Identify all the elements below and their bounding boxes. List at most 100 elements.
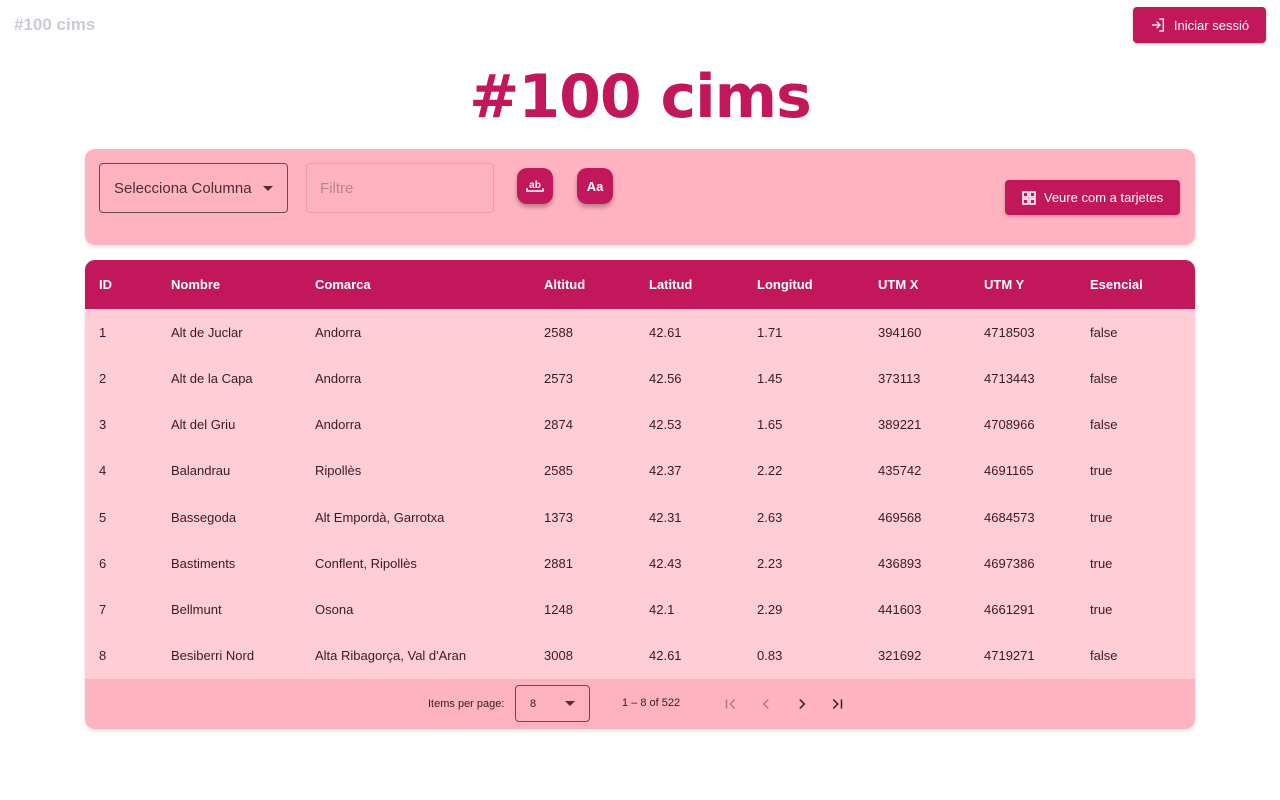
table-cell: true (1090, 602, 1113, 618)
case-sensitive-toggle[interactable]: Aa (577, 168, 613, 204)
table-cell: 2.23 (757, 555, 783, 571)
table-cell: 3 (99, 417, 107, 433)
table-cell: Bassegoda (171, 509, 237, 525)
table-cell: 1248 (544, 602, 573, 618)
column-select[interactable]: Selecciona Columna (99, 163, 288, 213)
table-cell: false (1090, 648, 1118, 664)
login-button-label: Iniciar sessió (1173, 17, 1250, 33)
table-cell: false (1090, 370, 1118, 386)
view-as-cards-label: Veure com a tarjetes (1043, 190, 1164, 205)
table-cell: Andorra (315, 370, 362, 386)
table-cell: 2.29 (757, 602, 783, 618)
table-cell: Bastiments (171, 555, 236, 571)
table-cell: 441603 (878, 602, 922, 618)
column-header-utm-y[interactable]: UTM Y (970, 260, 1076, 309)
table-cell: Besiberri Nord (171, 648, 255, 664)
table-row[interactable]: 5 Bassegoda Alt Empordà, Garrotxa 1373 4… (85, 494, 1195, 540)
table-cell: 2.22 (757, 463, 783, 479)
table-cell: 2588 (544, 324, 573, 340)
table-cell: 42.56 (649, 370, 682, 386)
table-cell: 8 (99, 648, 107, 664)
table-cell: Ripollès (315, 463, 362, 479)
table-row[interactable]: 7 Bellmunt Osona 1248 42.1 2.29 441603 4… (85, 587, 1195, 633)
table-cell: Osona (315, 602, 354, 618)
table-cell: 1373 (544, 509, 573, 525)
column-header-utm-x[interactable]: UTM X (864, 260, 970, 309)
table-row[interactable]: 1 Alt de Juclar Andorra 2588 42.61 1.71 … (85, 309, 1195, 355)
column-header-nombre[interactable]: Nombre (157, 260, 301, 309)
table-cell: Alt Empordà, Garrotxa (315, 509, 445, 525)
column-header-altitud[interactable]: Altitud (530, 260, 635, 309)
top-bar: #100 cims Iniciar sessió (0, 0, 1280, 50)
table-cell: 435742 (878, 463, 922, 479)
last-page-button[interactable] (822, 689, 852, 719)
table-cell: 6 (99, 555, 107, 571)
login-icon (1151, 18, 1164, 32)
table-cell: 394160 (878, 324, 922, 340)
table-cell: true (1090, 555, 1113, 571)
column-header-latitud[interactable]: Latitud (635, 260, 743, 309)
chevron-right-icon (799, 698, 806, 710)
last-page-icon (832, 698, 843, 710)
table-cell: false (1090, 324, 1118, 340)
table-cell: 436893 (878, 555, 922, 571)
view-as-cards-button[interactable]: Veure com a tarjetes (1005, 180, 1180, 215)
items-per-page-label: Items per page: (428, 698, 505, 710)
table-cell: Alta Ribagorça, Val d'Aran (315, 648, 467, 664)
table-cell: 2.63 (757, 509, 783, 525)
filter-panel: Selecciona Columna ab Aa Veure com a tar… (85, 149, 1195, 245)
table-cell: 1.65 (757, 417, 783, 433)
brand-logo-text[interactable]: #100 cims (14, 15, 95, 35)
login-button[interactable]: Iniciar sessió (1133, 7, 1266, 43)
table-cell: Bellmunt (171, 602, 222, 618)
first-page-button[interactable] (716, 689, 746, 719)
table-cell: Andorra (315, 417, 362, 433)
table-row[interactable]: 4 Balandrau Ripollès 2585 42.37 2.22 435… (85, 448, 1195, 494)
column-header-comarca[interactable]: Comarca (301, 260, 530, 309)
table-cell: 2874 (544, 417, 573, 433)
table-cell: false (1090, 417, 1118, 433)
items-per-page-select[interactable]: 8 (515, 685, 590, 722)
table-cell: 4661291 (984, 602, 1035, 618)
table-cell: 42.61 (649, 648, 682, 664)
first-page-icon (725, 698, 736, 710)
table-cell: 42.53 (649, 417, 682, 433)
table-cell: 2573 (544, 370, 573, 386)
column-header-longitud[interactable]: Longitud (743, 260, 864, 309)
match-whole-word-toggle[interactable]: ab (517, 168, 553, 204)
table-row[interactable]: 3 Alt del Griu Andorra 2874 42.53 1.65 3… (85, 402, 1195, 448)
page-range-label: 1 – 8 of 522 (622, 697, 681, 709)
table-cell: 3008 (544, 648, 573, 664)
table-cell: 4719271 (984, 648, 1035, 664)
next-page-button[interactable] (787, 689, 817, 719)
table-cell: 7 (99, 602, 107, 618)
page-title: #100 cims (469, 62, 812, 132)
case-sensitive-label: Aa (586, 178, 604, 194)
table-cell: 42.37 (649, 463, 682, 479)
column-header-id[interactable]: ID (85, 260, 157, 309)
table-cell: 389221 (878, 417, 922, 433)
table-row[interactable]: 2 Alt de la Capa Andorra 2573 42.56 1.45… (85, 355, 1195, 401)
table-row[interactable]: 6 Bastiments Conflent, Ripollès 2881 42.… (85, 540, 1195, 586)
table-header-row: ID Nombre Comarca Altitud Latitud Longit… (85, 260, 1195, 309)
table-cell: true (1090, 463, 1113, 479)
table-cell: 42.43 (649, 555, 682, 571)
table-cell: Alt de Juclar (171, 324, 243, 340)
table-cell: 2 (99, 370, 107, 386)
table-cell: 1 (99, 324, 107, 340)
chevron-down-icon (565, 701, 575, 706)
table-cell: 4691165 (984, 463, 1034, 479)
table-cell: Balandrau (171, 463, 231, 479)
table-cell: 42.31 (649, 509, 682, 525)
filter-input[interactable] (306, 163, 494, 213)
column-header-esencial[interactable]: Esencial (1076, 260, 1195, 309)
table-cell: 4 (99, 463, 107, 479)
table-cell: 42.1 (649, 602, 675, 618)
table-cell: Alt del Griu (171, 417, 236, 433)
table-cell: 5 (99, 509, 107, 525)
table-cell: 4684573 (984, 509, 1035, 525)
table-cell: true (1090, 509, 1113, 525)
table-cell: 373113 (878, 370, 921, 386)
table-row[interactable]: 8 Besiberri Nord Alta Ribagorça, Val d'A… (85, 633, 1195, 679)
previous-page-button[interactable] (751, 689, 781, 719)
